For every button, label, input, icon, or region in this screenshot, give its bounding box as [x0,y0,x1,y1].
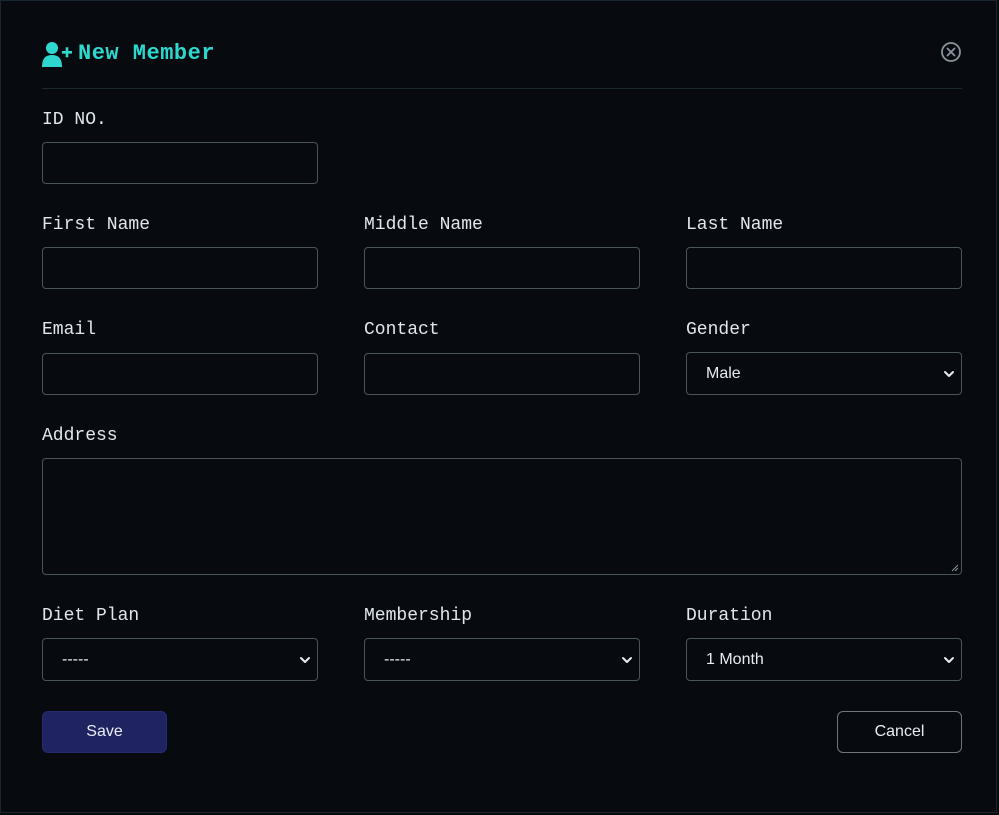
save-button[interactable]: Save [42,711,167,753]
modal-header: New Member [42,31,962,89]
cancel-button[interactable]: Cancel [837,711,962,753]
chevron-down-icon [300,657,310,663]
duration-select[interactable]: 1 Month [686,638,962,681]
chevron-down-icon [944,657,954,663]
first-name-input[interactable] [42,247,318,289]
diet-plan-label: Diet Plan [42,606,140,626]
resize-grip-icon[interactable] [951,564,959,572]
email-label: Email [42,320,97,340]
last-name-label: Last Name [686,215,784,235]
new-member-modal: New Member ID NO. First Name Middle Name… [0,0,997,813]
gender-label: Gender [686,320,751,340]
modal-title: New Member [78,41,216,66]
duration-selected-value: 1 Month [706,651,764,668]
first-name-label: First Name [42,215,151,235]
middle-name-label: Middle Name [364,215,483,235]
membership-select[interactable]: ----- [364,638,640,681]
membership-label: Membership [364,606,473,626]
gender-select[interactable]: Male [686,352,962,395]
address-label: Address [42,426,118,446]
diet-plan-select[interactable]: ----- [42,638,318,681]
email-input[interactable] [42,353,318,395]
contact-label: Contact [364,320,440,340]
chevron-down-icon [944,371,954,377]
address-textarea[interactable] [42,458,962,575]
user-plus-icon [42,42,72,67]
id-no-label: ID NO. [42,110,107,130]
middle-name-input[interactable] [364,247,640,289]
id-no-input[interactable] [42,142,318,184]
membership-selected-value: ----- [384,651,411,668]
contact-input[interactable] [364,353,640,395]
last-name-input[interactable] [686,247,962,289]
close-icon[interactable] [940,41,962,63]
chevron-down-icon [622,657,632,663]
gender-selected-value: Male [706,365,741,382]
diet-plan-selected-value: ----- [62,651,89,668]
duration-label: Duration [686,606,773,626]
